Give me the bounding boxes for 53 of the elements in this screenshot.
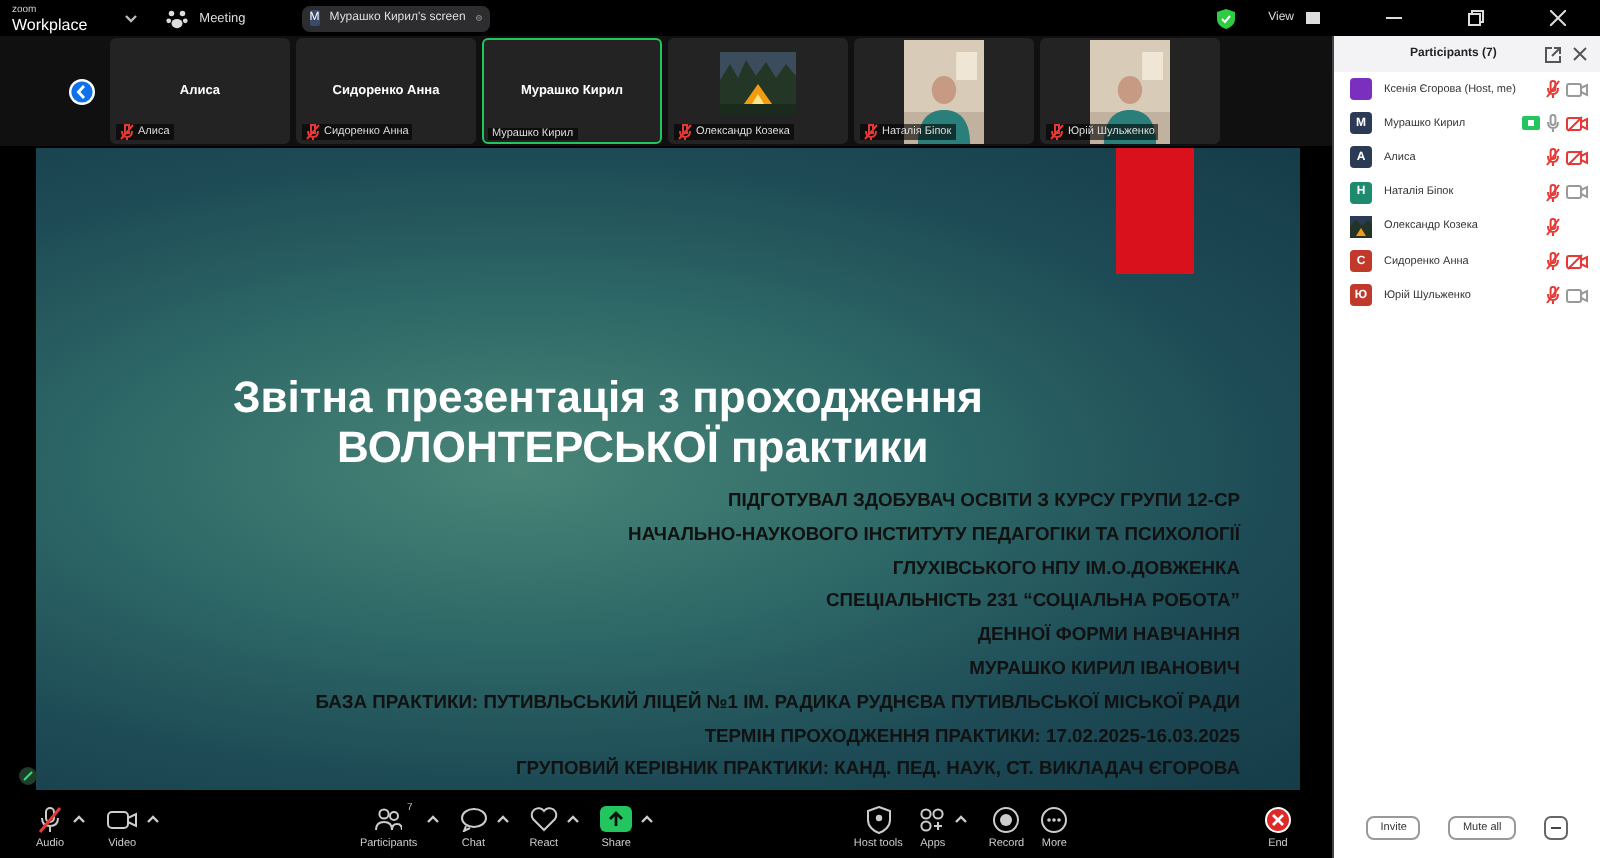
caret-icon[interactable] xyxy=(640,814,655,824)
camera-icon[interactable] xyxy=(1566,149,1588,166)
heart-icon xyxy=(529,806,558,832)
apps-icon xyxy=(918,805,947,833)
mic-icon[interactable] xyxy=(1546,252,1560,271)
caret-icon[interactable] xyxy=(123,13,138,23)
slide-text: ДЕННОЇ ФОРМИ НАВЧАННЯ xyxy=(977,620,1240,649)
slide-text: ГРУПОВИЙ КЕРІВНИК ПРАКТИКИ: КАНД. ПЕД. НАУК, СТ. ВИКЛАДАЧ ЄГОРОВА xyxy=(515,754,1240,783)
close-icon xyxy=(1263,805,1292,833)
shield-icon xyxy=(1216,7,1237,29)
camera-icon[interactable] xyxy=(1566,253,1588,270)
camera-icon xyxy=(106,807,139,831)
more-icon xyxy=(1040,805,1069,833)
caret-icon[interactable] xyxy=(566,814,581,824)
slide-accent xyxy=(1116,148,1194,274)
slide-text: БАЗА ПРАКТИКИ: ПУТИВЛЬСЬКИЙ ЛІЦЕЙ №1 ІМ. РАДИКА РУДНЄВА ПУТИВЛЬСЬКОЇ МІСЬКОЇ РАДИ xyxy=(315,687,1240,716)
people-icon xyxy=(374,806,403,832)
slide-text: НАЧАЛЬНО-НАУКОВОГО ІНСТИТУТУ ПЕДАГОГІКИ ТА ПСИХОЛОГІЇ xyxy=(628,519,1240,548)
slide-title: Звітна презентація з проходження xyxy=(233,372,983,422)
shield-icon xyxy=(865,805,892,833)
slide-text: ГЛУХІВСЬКОГО НПУ ІМ.О.ДОВЖЕНКА xyxy=(892,553,1240,582)
camera-icon[interactable] xyxy=(1566,287,1588,304)
mic-icon[interactable] xyxy=(1546,80,1560,99)
slide-title: ВОЛОНТЕРСЬКОЇ практики xyxy=(337,422,929,472)
record-icon xyxy=(992,805,1021,833)
back-arrow-icon[interactable] xyxy=(68,77,96,105)
slide-text: МУРАШКО КИРИЛ ІВАНОВИЧ xyxy=(969,653,1240,682)
caret-icon[interactable] xyxy=(425,814,440,824)
caret-icon[interactable] xyxy=(72,814,87,824)
annotate-icon[interactable] xyxy=(18,766,38,786)
pop-out-icon[interactable] xyxy=(1544,45,1562,63)
camera-icon[interactable] xyxy=(1566,184,1588,201)
paw-icon xyxy=(165,7,188,29)
mic-icon[interactable] xyxy=(1546,114,1560,133)
more-icon[interactable] xyxy=(1543,816,1568,840)
slide-text: СПЕЦІАЛЬНІСТЬ 231 “СОЦІАЛЬНА РОБОТА” xyxy=(825,586,1240,615)
caret-icon[interactable] xyxy=(495,814,510,824)
restore-icon[interactable] xyxy=(1467,10,1484,26)
mic-icon[interactable] xyxy=(1546,217,1560,236)
grid-icon xyxy=(1306,12,1320,24)
mic-icon[interactable] xyxy=(1546,286,1560,305)
muted-mic-icon xyxy=(36,805,65,833)
mic-icon[interactable] xyxy=(1546,148,1560,167)
camera-icon[interactable] xyxy=(1566,81,1588,98)
app-subtitle: Workplace xyxy=(12,18,88,32)
camera-icon[interactable] xyxy=(1566,115,1588,132)
chat-bubble-icon xyxy=(459,806,488,832)
slide-text: ПІДГОТУВАЛ ЗДОБУВАЧ ОСВІТИ З КУРСУ ГРУПИ 12-СР xyxy=(728,486,1240,514)
close-icon[interactable] xyxy=(1572,46,1588,62)
caret-icon[interactable] xyxy=(954,814,969,824)
slide-text: ТЕРМІН ПРОХОДЖЕННЯ ПРАКТИКИ: 17.02.2025-16.03.2025 xyxy=(704,721,1240,750)
mic-icon[interactable] xyxy=(1546,183,1560,202)
caret-icon[interactable] xyxy=(146,814,161,824)
